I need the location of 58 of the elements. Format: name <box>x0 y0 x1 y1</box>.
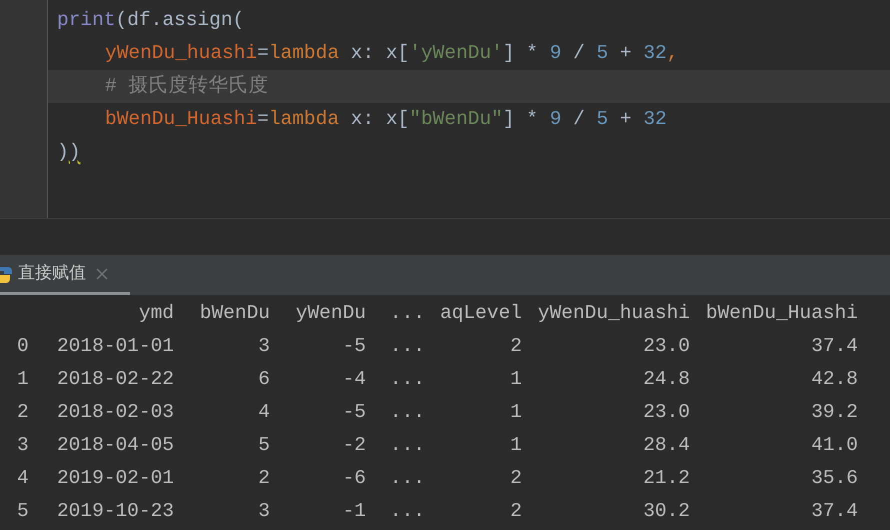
column-header: bWenDu <box>200 302 270 324</box>
table-cell: 1 <box>510 368 522 390</box>
table-cell: 6 <box>258 368 270 390</box>
table-cell: 24.8 <box>643 368 690 390</box>
column-header: aqLevel <box>440 302 522 324</box>
table-cell: 2019-02-01 <box>56 466 174 489</box>
table-cell: 2 <box>510 500 522 522</box>
column-header: ymd <box>138 302 174 324</box>
row-index: 4 <box>17 466 29 489</box>
table-cell: 3 <box>258 334 270 357</box>
table-cell: 2018-02-22 <box>56 368 174 390</box>
table-cell: -4 <box>342 368 366 390</box>
table-cell: ... <box>390 500 425 522</box>
table-cell: -5 <box>342 334 366 357</box>
row-index: 3 <box>17 434 29 456</box>
table-cell: 41.0 <box>811 434 858 456</box>
table-cell: 23.0 <box>643 400 690 423</box>
table-cell: 2018-04-05 <box>56 434 174 456</box>
table-cell: 5 <box>258 434 270 456</box>
row-index: 5 <box>17 500 29 522</box>
table-cell: 42.8 <box>811 368 858 390</box>
row-index: 2 <box>17 400 29 423</box>
table-cell: -5 <box>342 400 366 423</box>
table-cell: 4 <box>258 400 270 423</box>
table-cell: 37.4 <box>811 500 858 522</box>
table-cell: 2 <box>510 334 522 357</box>
table-cell: -6 <box>342 466 366 489</box>
table-cell: ... <box>390 466 425 489</box>
python-logo-icon <box>0 264 14 282</box>
table-cell: ... <box>390 400 425 423</box>
column-header: bWenDu_Huashi <box>706 302 858 324</box>
table-cell: 30.2 <box>643 500 690 522</box>
table-cell: 2018-02-03 <box>56 400 174 423</box>
table-cell: 21.2 <box>643 466 690 489</box>
row-index: 0 <box>17 334 29 357</box>
table-cell: 2018-01-01 <box>56 334 174 357</box>
table-cell: ... <box>390 368 425 390</box>
column-header: yWenDu_huashi <box>538 302 690 324</box>
run-tab-label: 直接赋值 <box>18 262 86 285</box>
table-cell: 28.4 <box>643 434 690 456</box>
column-header: yWenDu <box>296 302 366 324</box>
row-index: 1 <box>17 368 29 390</box>
table-cell: 2 <box>258 466 270 489</box>
table-cell: -1 <box>342 500 366 522</box>
column-header: ... <box>390 302 425 324</box>
close-icon[interactable] <box>96 268 108 280</box>
table-cell: ... <box>390 434 425 456</box>
table-cell: 1 <box>510 434 522 456</box>
table-cell: 35.6 <box>811 466 858 489</box>
table-cell: -2 <box>342 434 366 456</box>
table-cell: ... <box>390 334 425 357</box>
table-cell: 23.0 <box>643 334 690 357</box>
table-cell: 3 <box>258 500 270 522</box>
table-cell: 37.4 <box>811 334 858 357</box>
table-cell: 2019-10-23 <box>56 500 174 522</box>
table-cell: 1 <box>510 400 522 423</box>
table-cell: 39.2 <box>811 400 858 423</box>
table-cell: 2 <box>510 466 522 489</box>
